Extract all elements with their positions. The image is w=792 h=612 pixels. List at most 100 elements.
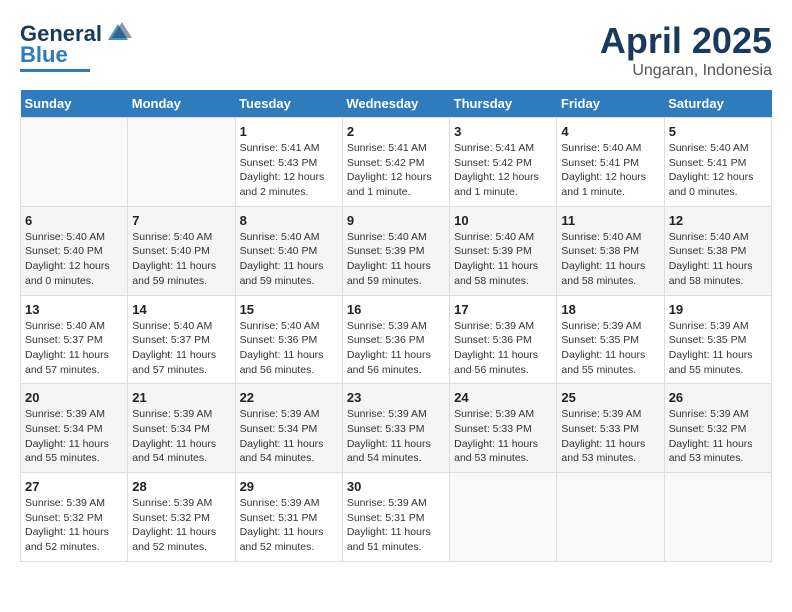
day-number: 5 [669,124,767,139]
week-row-5: 27 Sunrise: 5:39 AM Sunset: 5:32 PM Dayli… [21,473,772,562]
day-info: Sunrise: 5:39 AM Sunset: 5:32 PM Dayligh… [25,496,123,555]
calendar-cell: 4Sunrise: 5:40 AM Sunset: 5:41 PM Daylig… [557,118,664,207]
day-info: Sunrise: 5:40 AM Sunset: 5:38 PM Dayligh… [561,230,659,289]
day-info: Sunrise: 5:39 AM Sunset: 5:31 PM Dayligh… [240,496,338,555]
calendar-cell: 29 Sunrise: 5:39 AM Sunset: 5:31 PM Dayli… [235,473,342,562]
day-number: 24 [454,390,552,405]
calendar-cell: 9Sunrise: 5:40 AM Sunset: 5:39 PM Daylig… [342,206,449,295]
calendar-cell: 27 Sunrise: 5:39 AM Sunset: 5:32 PM Dayli… [21,473,128,562]
calendar-cell [450,473,557,562]
header-monday: Monday [128,90,235,118]
calendar-cell: 3 Sunrise: 5:41 AM Sunset: 5:42 PM Daylig… [450,118,557,207]
day-info: Sunrise: 5:39 AM Sunset: 5:34 PM Dayligh… [25,407,123,466]
day-info: Sunrise: 5:41 AM Sunset: 5:42 PM Dayligh… [454,141,552,200]
calendar-cell: 19 Sunrise: 5:39 AM Sunset: 5:35 PM Dayli… [664,295,771,384]
day-number: 10 [454,213,552,228]
day-info: Sunrise: 5:39 AM Sunset: 5:34 PM Dayligh… [240,407,338,466]
day-number: 15 [240,302,338,317]
calendar-cell [557,473,664,562]
page-header: General Blue April 2025 Ungaran, Indones… [20,20,772,80]
header-saturday: Saturday [664,90,771,118]
day-number: 20 [25,390,123,405]
day-number: 14 [132,302,230,317]
day-info: Sunrise: 5:39 AM Sunset: 5:33 PM Dayligh… [347,407,445,466]
day-number: 2 [347,124,445,139]
calendar-cell: 26 Sunrise: 5:39 AM Sunset: 5:32 PM Dayli… [664,384,771,473]
week-row-3: 13 Sunrise: 5:40 AM Sunset: 5:37 PM Dayli… [21,295,772,384]
day-number: 13 [25,302,123,317]
day-number: 6 [25,213,123,228]
calendar-cell: 23 Sunrise: 5:39 AM Sunset: 5:33 PM Dayli… [342,384,449,473]
calendar-cell: 6 Sunrise: 5:40 AM Sunset: 5:40 PM Daylig… [21,206,128,295]
day-number: 30 [347,479,445,494]
day-info: Sunrise: 5:40 AM Sunset: 5:40 PM Dayligh… [25,230,123,289]
calendar-cell: 2 Sunrise: 5:41 AM Sunset: 5:42 PM Daylig… [342,118,449,207]
day-info: Sunrise: 5:40 AM Sunset: 5:41 PM Dayligh… [561,141,659,200]
week-row-4: 20 Sunrise: 5:39 AM Sunset: 5:34 PM Dayli… [21,384,772,473]
day-info: Sunrise: 5:39 AM Sunset: 5:33 PM Dayligh… [454,407,552,466]
day-number: 21 [132,390,230,405]
day-number: 19 [669,302,767,317]
day-info: Sunrise: 5:40 AM Sunset: 5:41 PM Dayligh… [669,141,767,200]
day-info: Sunrise: 5:40 AM Sunset: 5:39 PM Dayligh… [454,230,552,289]
calendar-cell: 12 Sunrise: 5:40 AM Sunset: 5:38 PM Dayli… [664,206,771,295]
day-number: 8 [240,213,338,228]
day-info: Sunrise: 5:39 AM Sunset: 5:33 PM Dayligh… [561,407,659,466]
day-number: 1 [240,124,338,139]
logo: General Blue [20,20,132,72]
day-info: Sunrise: 5:39 AM Sunset: 5:31 PM Dayligh… [347,496,445,555]
header-thursday: Thursday [450,90,557,118]
day-info: Sunrise: 5:40 AM Sunset: 5:36 PM Dayligh… [240,319,338,378]
header-wednesday: Wednesday [342,90,449,118]
logo-blue: Blue [20,42,68,68]
calendar-cell: 11 Sunrise: 5:40 AM Sunset: 5:38 PM Dayli… [557,206,664,295]
day-number: 11 [561,213,659,228]
calendar-cell: 21 Sunrise: 5:39 AM Sunset: 5:34 PM Dayli… [128,384,235,473]
calendar-cell: 7Sunrise: 5:40 AM Sunset: 5:40 PM Daylig… [128,206,235,295]
week-row-1: 1Sunrise: 5:41 AM Sunset: 5:43 PM Daylig… [21,118,772,207]
day-info: Sunrise: 5:40 AM Sunset: 5:37 PM Dayligh… [25,319,123,378]
calendar-cell: 16Sunrise: 5:39 AM Sunset: 5:36 PM Dayli… [342,295,449,384]
day-info: Sunrise: 5:40 AM Sunset: 5:40 PM Dayligh… [132,230,230,289]
logo-underline [20,69,90,72]
calendar-cell [128,118,235,207]
day-info: Sunrise: 5:39 AM Sunset: 5:35 PM Dayligh… [561,319,659,378]
day-number: 17 [454,302,552,317]
calendar-cell: 14 Sunrise: 5:40 AM Sunset: 5:37 PM Dayli… [128,295,235,384]
header-row: SundayMondayTuesdayWednesdayThursdayFrid… [21,90,772,118]
calendar-cell [21,118,128,207]
calendar-cell: 25 Sunrise: 5:39 AM Sunset: 5:33 PM Dayli… [557,384,664,473]
day-info: Sunrise: 5:40 AM Sunset: 5:37 PM Dayligh… [132,319,230,378]
day-number: 26 [669,390,767,405]
day-number: 25 [561,390,659,405]
logo-icon [104,20,132,48]
day-info: Sunrise: 5:40 AM Sunset: 5:38 PM Dayligh… [669,230,767,289]
day-info: Sunrise: 5:41 AM Sunset: 5:42 PM Dayligh… [347,141,445,200]
day-info: Sunrise: 5:39 AM Sunset: 5:36 PM Dayligh… [454,319,552,378]
header-tuesday: Tuesday [235,90,342,118]
day-info: Sunrise: 5:40 AM Sunset: 5:40 PM Dayligh… [240,230,338,289]
day-number: 29 [240,479,338,494]
calendar-cell: 30 Sunrise: 5:39 AM Sunset: 5:31 PM Dayli… [342,473,449,562]
calendar-cell: 24 Sunrise: 5:39 AM Sunset: 5:33 PM Dayli… [450,384,557,473]
calendar-table: SundayMondayTuesdayWednesdayThursdayFrid… [20,90,772,562]
calendar-cell: 17 Sunrise: 5:39 AM Sunset: 5:36 PM Dayli… [450,295,557,384]
day-info: Sunrise: 5:39 AM Sunset: 5:32 PM Dayligh… [669,407,767,466]
calendar-cell: 13 Sunrise: 5:40 AM Sunset: 5:37 PM Dayli… [21,295,128,384]
calendar-title: April 2025 [600,20,772,62]
day-info: Sunrise: 5:39 AM Sunset: 5:34 PM Dayligh… [132,407,230,466]
day-number: 27 [25,479,123,494]
calendar-subtitle: Ungaran, Indonesia [600,62,772,80]
day-info: Sunrise: 5:39 AM Sunset: 5:32 PM Dayligh… [132,496,230,555]
day-info: Sunrise: 5:39 AM Sunset: 5:35 PM Dayligh… [669,319,767,378]
calendar-cell: 1Sunrise: 5:41 AM Sunset: 5:43 PM Daylig… [235,118,342,207]
day-number: 12 [669,213,767,228]
day-number: 23 [347,390,445,405]
day-number: 9 [347,213,445,228]
day-info: Sunrise: 5:39 AM Sunset: 5:36 PM Dayligh… [347,319,445,378]
calendar-cell: 28 Sunrise: 5:39 AM Sunset: 5:32 PM Dayli… [128,473,235,562]
week-row-2: 6 Sunrise: 5:40 AM Sunset: 5:40 PM Daylig… [21,206,772,295]
day-number: 3 [454,124,552,139]
header-friday: Friday [557,90,664,118]
day-number: 28 [132,479,230,494]
